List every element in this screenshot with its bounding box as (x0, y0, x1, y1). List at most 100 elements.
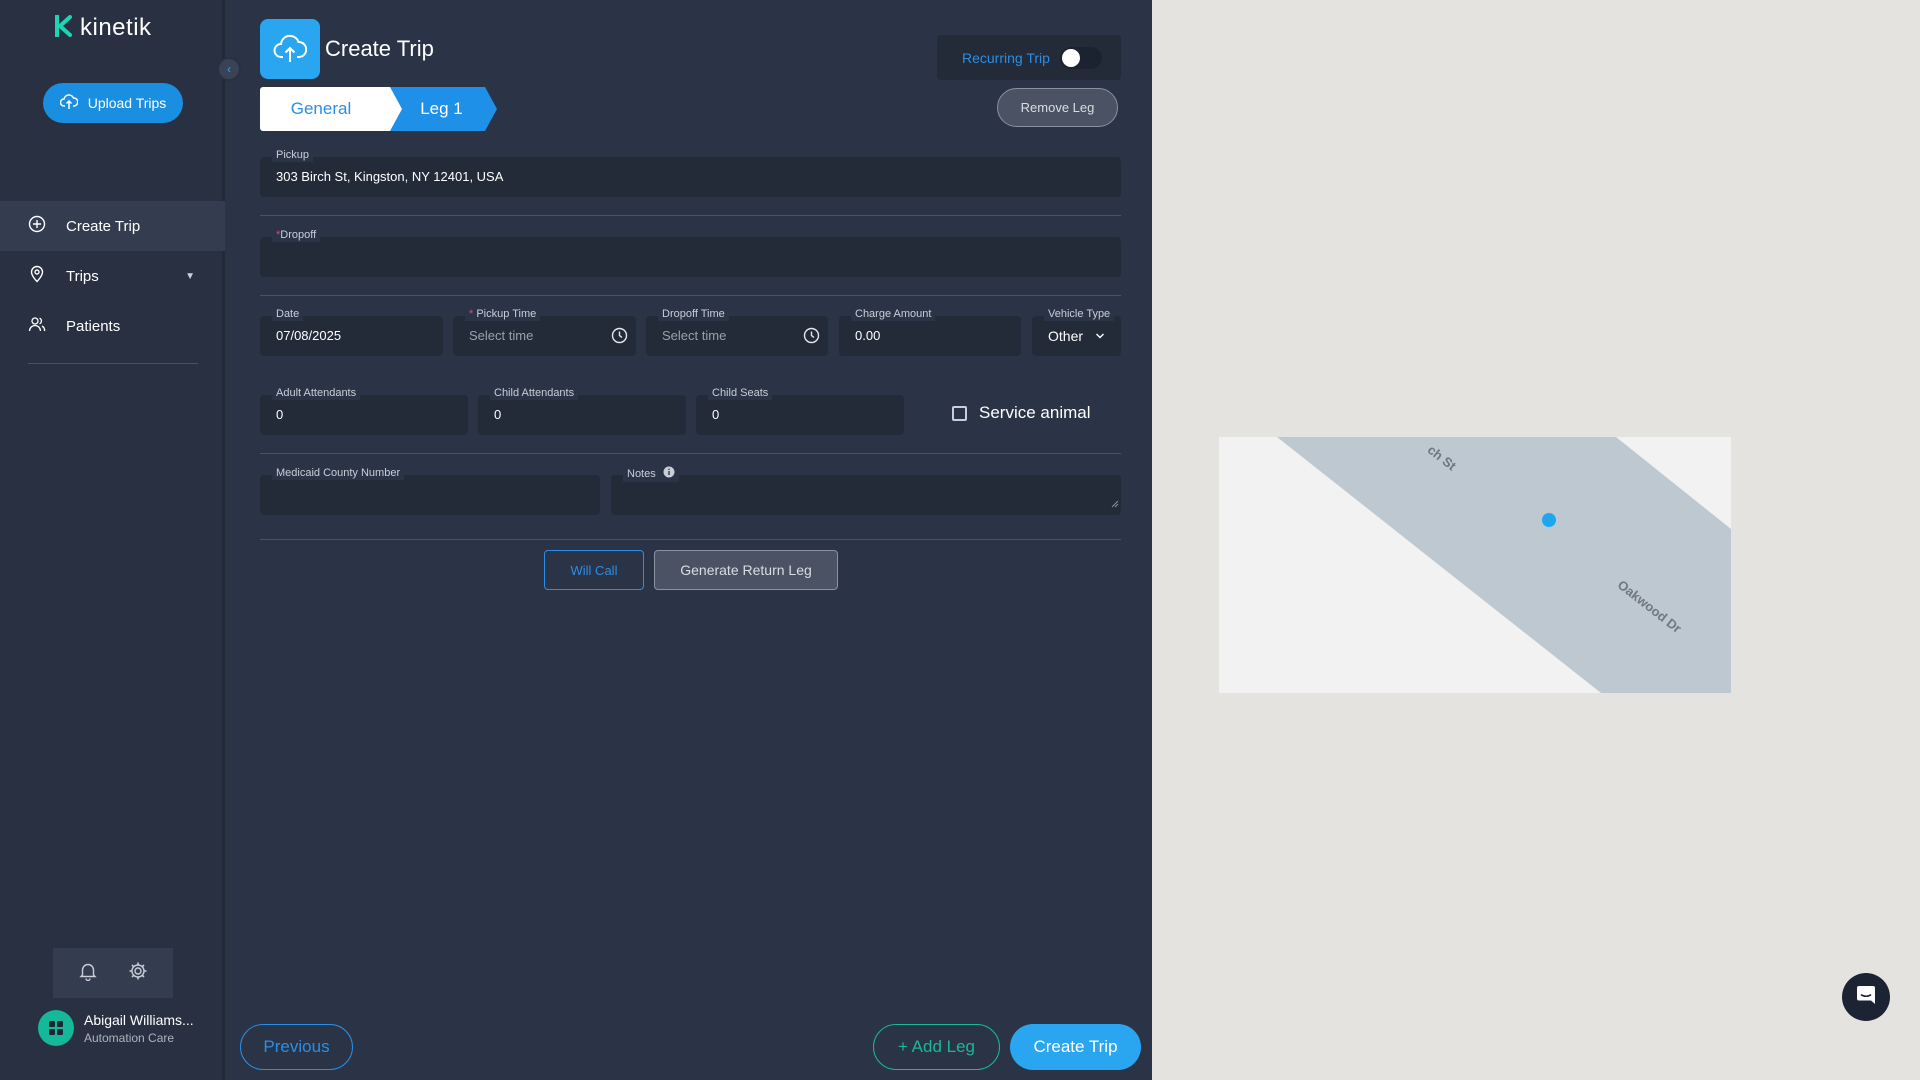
brand-name: kinetik (80, 14, 152, 41)
medicaid-county-number-label: Medicaid County Number (272, 466, 405, 480)
page-title: Create Trip (325, 36, 434, 61)
cloud-upload-header-icon (260, 19, 320, 79)
adult-attendants-value: 0 (276, 407, 284, 422)
create-trip-button[interactable]: Create Trip (1010, 1024, 1141, 1070)
users-icon (28, 315, 46, 337)
recurring-trip-control: Recurring Trip (937, 35, 1121, 80)
medicaid-county-number-field[interactable]: Medicaid County Number (260, 466, 600, 515)
pickup-value: 303 Birch St, Kingston, NY 12401, USA (276, 169, 504, 184)
divider (260, 215, 1121, 216)
pickup-time-field[interactable]: * Pickup Time Select time (453, 307, 636, 356)
gear-icon[interactable] (128, 961, 148, 986)
notes-field[interactable]: Notes (611, 466, 1121, 515)
divider (260, 295, 1121, 296)
chevron-left-icon: ‹ (227, 62, 231, 76)
sidebar-item-create-trip[interactable]: Create Trip (0, 201, 225, 251)
collapse-sidebar-button[interactable]: ‹ (217, 57, 241, 81)
date-field[interactable]: Date 07/08/2025 (260, 307, 443, 356)
remove-leg-button[interactable]: Remove Leg (997, 88, 1118, 127)
divider (260, 453, 1121, 454)
map-view[interactable]: ch St Oakwood Dr (1152, 0, 1920, 1080)
chat-support-button[interactable] (1842, 973, 1890, 1021)
will-call-button[interactable]: Will Call (544, 550, 644, 590)
brand-logo[interactable]: kinetik (54, 14, 152, 42)
resize-handle-icon[interactable] (1111, 495, 1119, 513)
tab-leg-arrow (485, 87, 497, 131)
vehicle-type-label: Vehicle Type (1044, 307, 1115, 321)
sidebar-item-patients[interactable]: Patients (0, 301, 225, 351)
service-animal-label: Service animal (979, 403, 1091, 422)
map-pin-icon (28, 265, 46, 287)
sidebar-item-label: Create Trip (66, 217, 141, 235)
kinetik-logo-icon (54, 14, 74, 42)
child-attendants-label: Child Attendants (490, 386, 579, 400)
user-profile[interactable]: Abigail Williams... Automation Care (38, 1010, 194, 1046)
upload-trips-button[interactable]: Upload Trips (43, 83, 183, 123)
divider (260, 539, 1121, 540)
tab-leg-label: Leg 1 (420, 99, 463, 118)
sidebar-item-label: Trips (66, 267, 99, 285)
pickup-field[interactable]: Pickup 303 Birch St, Kingston, NY 12401,… (260, 148, 1121, 197)
service-animal-option[interactable]: Service animal (952, 403, 1091, 423)
charge-amount-label: Charge Amount (851, 307, 936, 321)
child-seats-label: Child Seats (708, 386, 773, 400)
dropoff-label: *Dropoff (272, 228, 321, 242)
tab-general[interactable]: General (260, 87, 402, 131)
date-value: 07/08/2025 (276, 328, 342, 343)
clock-icon (803, 327, 820, 349)
dropoff-time-placeholder: Select time (662, 328, 727, 343)
map-area-shape (1277, 437, 1731, 693)
avatar (38, 1010, 74, 1046)
caret-down-icon[interactable]: ▼ (185, 271, 195, 282)
tab-general-label: General (290, 99, 352, 118)
dropoff-time-field[interactable]: Dropoff Time Select time (646, 307, 828, 356)
info-icon[interactable] (663, 466, 675, 482)
charge-amount-value: 0.00 (855, 328, 881, 343)
sidebar-divider (28, 363, 198, 364)
recurring-trip-label: Recurring Trip (962, 49, 1050, 66)
sidebar-item-label: Patients (66, 317, 121, 335)
utility-bar (53, 948, 173, 998)
generate-return-leg-button[interactable]: Generate Return Leg (654, 550, 838, 590)
sidebar: kinetik Upload Trips Create Trip Trips ▼… (0, 0, 225, 1080)
map-tile: ch St Oakwood Dr (1219, 437, 1731, 693)
previous-button[interactable]: Previous (240, 1024, 353, 1070)
child-seats-value: 0 (712, 407, 720, 422)
clock-icon (611, 327, 628, 349)
tab-leg-1[interactable]: Leg 1 (390, 87, 485, 131)
chevron-down-icon (1095, 328, 1105, 346)
upload-trips-label: Upload Trips (87, 95, 167, 111)
child-seats-field[interactable]: Child Seats 0 (696, 386, 904, 435)
date-label: Date (272, 307, 304, 321)
sidebar-nav: Create Trip Trips ▼ Patients (0, 201, 225, 351)
dropoff-field[interactable]: *Dropoff (260, 228, 1121, 277)
vehicle-type-value: Other (1048, 328, 1084, 344)
pickup-time-placeholder: Select time (469, 328, 534, 343)
chat-icon (1855, 984, 1877, 1011)
pickup-time-label: * Pickup Time (465, 307, 541, 321)
cloud-upload-icon (59, 93, 79, 113)
dropoff-time-label: Dropoff Time (658, 307, 729, 321)
notes-label: Notes (623, 466, 679, 482)
user-name: Abigail Williams... (84, 1011, 194, 1028)
add-leg-button[interactable]: + Add Leg (873, 1024, 1000, 1070)
trip-step-tabs: General Leg 1 (260, 87, 497, 131)
sidebar-item-trips[interactable]: Trips ▼ (0, 251, 225, 301)
bell-icon[interactable] (78, 961, 97, 986)
plus-circle-icon (28, 215, 46, 237)
service-animal-checkbox[interactable] (952, 405, 967, 421)
adult-attendants-field[interactable]: Adult Attendants 0 (260, 386, 468, 435)
recurring-trip-toggle[interactable] (1059, 46, 1102, 69)
pickup-time-label-text: Pickup Time (473, 308, 537, 320)
child-attendants-value: 0 (494, 407, 502, 422)
pickup-label: Pickup (272, 148, 314, 162)
charge-amount-field[interactable]: Charge Amount 0.00 (839, 307, 1021, 356)
create-trip-panel: Create Trip Recurring Trip General Leg 1… (228, 0, 1152, 1080)
dropoff-label-text: Dropoff (280, 229, 317, 241)
user-organization: Automation Care (84, 1030, 175, 1045)
adult-attendants-label: Adult Attendants (272, 386, 361, 400)
child-attendants-field[interactable]: Child Attendants 0 (478, 386, 686, 435)
vehicle-type-select[interactable]: Vehicle Type Other (1032, 307, 1121, 356)
location-marker-icon[interactable] (1542, 513, 1556, 527)
notes-label-text: Notes (627, 467, 656, 480)
